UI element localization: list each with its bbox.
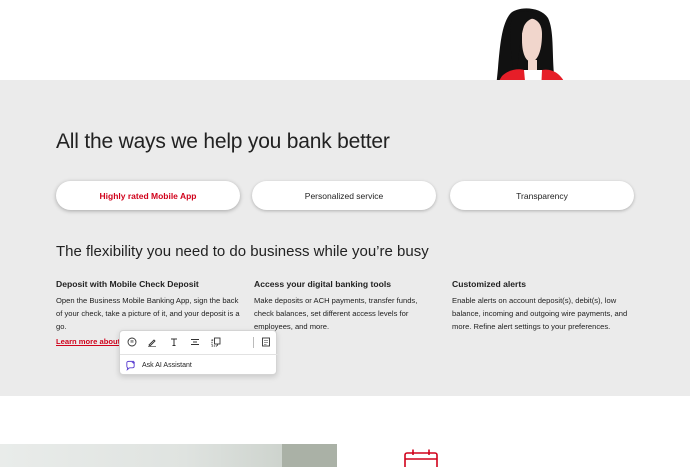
learn-more-link[interactable]: Learn more about	[56, 337, 120, 346]
toolbar-separator	[120, 354, 278, 355]
note-icon[interactable]	[259, 335, 273, 349]
feature-customized-alerts: Customized alerts Enable alerts on accou…	[452, 279, 636, 333]
copy-icon[interactable]	[209, 335, 223, 349]
page-title: All the ways we help you bank better	[56, 130, 390, 153]
calendar-icon	[404, 449, 438, 467]
comment-icon[interactable]	[125, 335, 139, 349]
feature-digital-banking-tools: Access your digital banking tools Make d…	[254, 279, 438, 333]
ai-assistant-icon	[124, 360, 136, 372]
tab-personalized-service[interactable]: Personalized service	[252, 181, 436, 210]
feature-title: Customized alerts	[452, 279, 527, 289]
text-icon[interactable]	[167, 335, 181, 349]
page: All the ways we help you bank better Hig…	[0, 0, 690, 467]
features-section	[0, 80, 690, 396]
tab-highly-rated-mobile-app[interactable]: Highly rated Mobile App	[56, 181, 240, 210]
highlight-pen-icon[interactable]	[145, 335, 159, 349]
feature-title: Access your digital banking tools	[254, 279, 392, 289]
ask-ai-assistant-button[interactable]: Ask AI Assistant	[124, 359, 192, 372]
align-icon[interactable]	[188, 335, 202, 349]
feature-title: Deposit with Mobile Check Deposit	[56, 279, 199, 289]
feature-mobile-check-deposit: Deposit with Mobile Check Deposit Open t…	[56, 279, 240, 333]
feature-body: Make deposits or ACH payments, transfer …	[254, 296, 418, 331]
toolbar-divider	[253, 337, 254, 348]
section-subheading: The flexibility you need to do business …	[56, 243, 429, 260]
toolbar-icons-row	[120, 335, 278, 351]
feature-body: Open the Business Mobile Banking App, si…	[56, 296, 240, 331]
tab-transparency[interactable]: Transparency	[450, 181, 634, 210]
feature-body: Enable alerts on account deposit(s), deb…	[452, 296, 628, 331]
ask-ai-assistant-label: Ask AI Assistant	[142, 362, 192, 369]
bottom-photo-shadow	[282, 444, 337, 467]
selection-toolbar: Ask AI Assistant	[119, 330, 278, 375]
